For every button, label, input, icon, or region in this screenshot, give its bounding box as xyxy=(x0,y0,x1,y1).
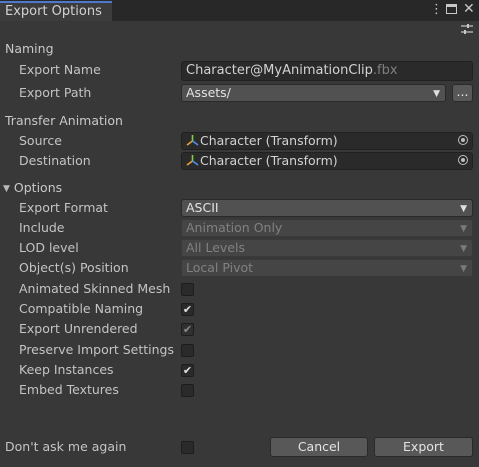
object-picker-icon[interactable] xyxy=(458,155,468,165)
embed-textures-checkbox[interactable] xyxy=(181,384,194,397)
cancel-button-label: Cancel xyxy=(297,439,341,454)
chevron-down-icon: ▼ xyxy=(433,89,440,99)
dont-ask-again-checkbox[interactable] xyxy=(181,441,194,454)
export-path-label: Export Path xyxy=(19,85,92,100)
include-dropdown: Animation Only ▼ xyxy=(181,219,473,237)
keep-instances-label: Keep Instances xyxy=(19,362,114,377)
keep-instances-checkbox[interactable]: ✔ xyxy=(181,364,194,377)
destination-label: Destination xyxy=(19,153,91,168)
browse-path-button[interactable]: ... xyxy=(452,84,473,102)
maximize-icon[interactable] xyxy=(446,4,457,14)
export-name-extension: .fbx xyxy=(372,63,398,78)
export-unrendered-label: Export Unrendered xyxy=(19,321,138,336)
export-name-input[interactable]: Character@MyAnimationClip.fbx xyxy=(181,61,473,81)
close-icon[interactable]: ✕ xyxy=(463,2,475,16)
kebab-menu-icon[interactable]: ⋮ xyxy=(430,3,443,17)
transform-icon xyxy=(186,155,199,166)
source-label: Source xyxy=(19,133,62,148)
animated-skinned-mesh-label: Animated Skinned Mesh xyxy=(19,281,171,296)
compatible-naming-label: Compatible Naming xyxy=(19,301,144,316)
window-tab[interactable]: Export Options xyxy=(0,1,112,21)
export-path-dropdown[interactable]: Assets/ ▼ xyxy=(181,84,446,102)
lod-level-label: LOD level xyxy=(19,240,79,255)
cancel-button[interactable]: Cancel xyxy=(270,437,368,457)
options-foldout[interactable]: ▼ Options xyxy=(3,178,62,199)
chevron-down-icon: ▼ xyxy=(460,204,467,214)
dont-ask-again-label: Don't ask me again xyxy=(5,439,127,454)
chevron-down-icon: ▼ xyxy=(460,224,467,234)
export-format-dropdown[interactable]: ASCII ▼ xyxy=(181,199,473,217)
preset-sliders-icon[interactable] xyxy=(461,23,473,35)
compatible-naming-checkbox[interactable]: ✔ xyxy=(181,303,194,316)
destination-object-field[interactable]: Character (Transform) xyxy=(181,152,473,170)
chevron-down-icon: ▼ xyxy=(460,264,467,274)
source-object-field[interactable]: Character (Transform) xyxy=(181,132,473,150)
checkmark-icon: ✔ xyxy=(182,323,193,336)
animated-skinned-mesh-checkbox[interactable] xyxy=(181,283,194,296)
object-picker-icon[interactable] xyxy=(458,135,468,145)
destination-value: Character (Transform) xyxy=(200,153,338,168)
object-position-dropdown: Local Pivot ▼ xyxy=(181,259,473,277)
lod-level-dropdown: All Levels ▼ xyxy=(181,239,473,257)
export-button-label: Export xyxy=(403,439,444,454)
naming-section-header: Naming xyxy=(5,41,54,56)
include-label: Include xyxy=(19,220,65,235)
export-path-value: Assets/ xyxy=(186,85,231,100)
export-format-label: Export Format xyxy=(19,200,108,215)
checkmark-icon: ✔ xyxy=(182,303,193,316)
title-bar: Export Options ⋮ ✕ xyxy=(0,0,479,21)
object-position-value: Local Pivot xyxy=(186,260,254,275)
chevron-down-icon: ▼ xyxy=(460,244,467,254)
preserve-import-settings-checkbox[interactable] xyxy=(181,344,194,357)
export-name-label: Export Name xyxy=(19,62,101,77)
options-section-header: Options xyxy=(13,180,63,195)
window-title: Export Options xyxy=(5,4,102,19)
export-format-value: ASCII xyxy=(186,200,219,215)
transform-icon xyxy=(186,135,199,146)
export-button[interactable]: Export xyxy=(374,437,473,457)
preserve-import-settings-label: Preserve Import Settings xyxy=(19,342,175,357)
triangle-down-icon: ▼ xyxy=(3,184,10,194)
export-name-value: Character@MyAnimationClip xyxy=(186,63,373,78)
lod-level-value: All Levels xyxy=(186,240,245,255)
include-value: Animation Only xyxy=(186,220,283,235)
checkmark-icon: ✔ xyxy=(182,364,193,377)
transfer-animation-section-header: Transfer Animation xyxy=(5,113,123,128)
export-unrendered-checkbox: ✔ xyxy=(181,323,194,336)
embed-textures-label: Embed Textures xyxy=(19,382,119,397)
source-value: Character (Transform) xyxy=(200,133,338,148)
object-position-label: Object(s) Position xyxy=(19,260,129,275)
browse-button-label: ... xyxy=(456,84,469,99)
